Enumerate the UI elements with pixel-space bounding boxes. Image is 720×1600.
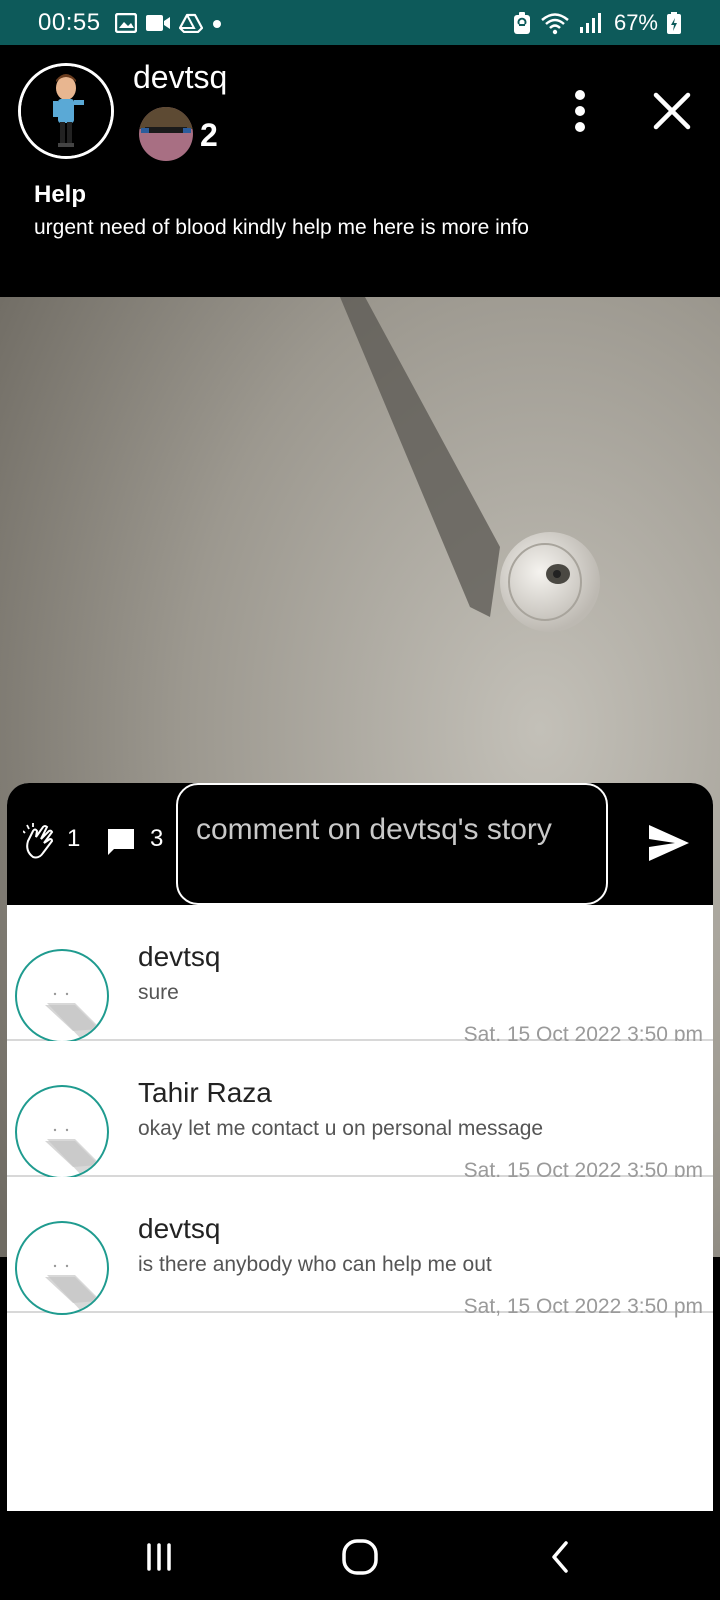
comments-panel: 1 3 devtsq sure Sat, 15 Oct 2022 3:50 pm…	[7, 783, 713, 1511]
recent-apps-icon[interactable]	[135, 1533, 183, 1581]
comment-item[interactable]: Tahir Raza okay let me contact u on pers…	[7, 1041, 713, 1182]
back-icon[interactable]	[538, 1533, 586, 1581]
story-text: urgent need of blood kindly help me here…	[34, 216, 529, 239]
navigation-bar	[0, 1511, 720, 1600]
viewer-avatar-image	[139, 107, 193, 161]
comment-count: 3	[150, 825, 164, 852]
battery-saver-icon	[513, 11, 530, 34]
comment-avatar[interactable]	[15, 1085, 109, 1179]
comment-text: sure	[138, 981, 179, 1004]
status-bar: 00:55 67%	[0, 0, 720, 45]
comment-avatar[interactable]	[15, 949, 109, 1043]
story-username[interactable]: devtsq	[133, 59, 227, 96]
signal-icon	[579, 12, 601, 33]
system-icons: 67%	[512, 10, 682, 36]
home-icon[interactable]	[336, 1533, 384, 1581]
comment-item[interactable]: devtsq sure Sat, 15 Oct 2022 3:50 pm	[7, 905, 713, 1046]
comment-text: is there anybody who can help me out	[138, 1253, 492, 1276]
action-bar: 1 3	[7, 783, 713, 905]
clap-icon[interactable]	[23, 823, 57, 861]
comment-timestamp: Sat, 15 Oct 2022 3:50 pm	[463, 1295, 703, 1318]
notification-icons	[114, 12, 223, 33]
more-options-icon[interactable]	[562, 87, 598, 135]
comment-text: okay let me contact u on personal messag…	[138, 1117, 544, 1140]
video-icon	[145, 14, 170, 31]
close-icon[interactable]	[648, 87, 696, 135]
dot-icon	[212, 19, 221, 28]
drive-icon	[178, 13, 203, 33]
send-icon[interactable]	[647, 823, 691, 863]
comment-author[interactable]: devtsq	[138, 1213, 221, 1245]
wifi-icon	[541, 12, 569, 34]
cartoon-avatar-image	[21, 66, 111, 156]
viewer-avatar	[139, 107, 193, 161]
viewer-count: 2	[200, 117, 218, 153]
comment-author[interactable]: devtsq	[138, 941, 221, 973]
story-header: devtsq 2 Help urgent need of blood kindl…	[0, 45, 720, 297]
battery-icon	[667, 11, 681, 34]
story-title: Help	[34, 181, 87, 208]
user-avatar[interactable]	[18, 63, 114, 159]
comment-item[interactable]: devtsq is there anybody who can help me …	[7, 1177, 713, 1318]
comment-author[interactable]: Tahir Raza	[138, 1077, 272, 1109]
clap-count: 1	[67, 825, 81, 852]
comment-input[interactable]	[176, 783, 608, 905]
status-time: 00:55	[38, 8, 101, 36]
comment-avatar[interactable]	[15, 1221, 109, 1315]
battery-percent: 67%	[613, 9, 658, 35]
gallery-icon	[114, 12, 137, 33]
default-avatar-icon	[45, 1128, 107, 1177]
comment-list: devtsq sure Sat, 15 Oct 2022 3:50 pm Tah…	[7, 905, 713, 1318]
default-avatar-icon	[45, 992, 107, 1041]
default-avatar-icon	[45, 1264, 107, 1313]
comment-icon[interactable]	[106, 827, 136, 857]
